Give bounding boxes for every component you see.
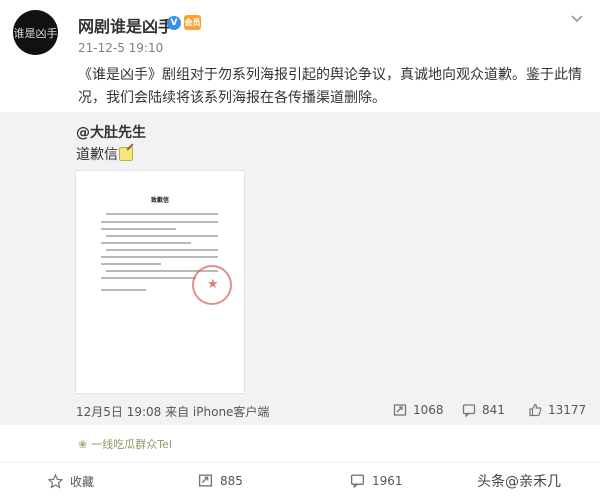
letter-line <box>106 213 218 215</box>
vip-badge: 会员 <box>184 15 201 30</box>
favorite-button[interactable]: 收藏 <box>48 473 94 490</box>
post-content: 《谁是凶手》剧组对于勿系列海报引起的舆论争议，真诚地向观众道歉。鉴于此情况，我们… <box>78 67 582 106</box>
letter-line <box>101 228 176 230</box>
action-bar: 收藏 885 1961 头条@亲禾几 <box>0 462 600 497</box>
letter-line <box>106 235 218 237</box>
repost-count[interactable]: 1068 <box>393 403 444 417</box>
letter-line <box>101 277 196 279</box>
footer-comment-count: 1961 <box>372 473 403 488</box>
fan-tag-label: 一线吃瓜群众Tel <box>91 438 172 451</box>
footer-repost-count: 885 <box>220 473 243 488</box>
letter-line <box>101 263 161 265</box>
comment-count[interactable]: 841 <box>462 403 505 417</box>
repost-author[interactable]: @大肚先生 <box>76 122 146 142</box>
avatar[interactable]: 谁是凶手 <box>13 10 58 55</box>
star-icon <box>48 474 63 489</box>
post-meta: 21-12-5 19:10 <box>78 41 164 55</box>
footer-comment-button[interactable]: 1961 <box>350 473 403 488</box>
repost-icon <box>198 474 213 487</box>
footer-repost-button[interactable]: 885 <box>198 473 243 488</box>
seal-stamp: ★ <box>192 265 232 305</box>
comment-count-value: 841 <box>482 403 505 417</box>
repost-icon <box>393 404 407 416</box>
letter-line <box>106 249 218 251</box>
reposted-card[interactable]: @大肚先生 道歉信 致歉信 ★ 12月5日 19:08 来自 iPhone客户端… <box>0 112 600 425</box>
letter-line <box>101 289 146 291</box>
watermark-text: 头条@亲禾几 <box>477 474 561 490</box>
letter-line <box>101 221 218 223</box>
chevron-down-icon[interactable] <box>570 12 584 26</box>
repost-count-value: 1068 <box>413 403 444 417</box>
like-count[interactable]: 13177 <box>528 403 586 417</box>
verified-badge: V <box>167 16 181 30</box>
comment-icon <box>350 474 365 488</box>
repost-text: 道歉信 <box>76 144 133 164</box>
letter-line <box>101 256 218 258</box>
note-emoji-icon <box>119 147 133 161</box>
star-icon: ★ <box>207 277 219 292</box>
comment-icon <box>462 404 476 417</box>
repost-meta: 12月5日 19:08 来自 iPhone客户端 <box>76 405 270 419</box>
leaf-icon: ❀ <box>78 437 88 451</box>
letter-title: 致歉信 <box>150 197 169 204</box>
like-icon <box>529 403 542 417</box>
letter-line <box>101 242 191 244</box>
fan-tag[interactable]: ❀ 一线吃瓜群众Tel <box>78 436 172 452</box>
watermark: 头条@亲禾几 <box>477 471 561 491</box>
favorite-label: 收藏 <box>70 475 95 489</box>
post-header: 谁是凶手 网剧谁是凶手 V 会员 21-12-5 19:10 《谁是凶手》剧组对… <box>0 0 600 112</box>
author-name[interactable]: 网剧谁是凶手 <box>78 13 174 37</box>
like-count-value: 13177 <box>548 403 587 417</box>
apology-letter-image[interactable]: 致歉信 ★ <box>75 170 245 394</box>
